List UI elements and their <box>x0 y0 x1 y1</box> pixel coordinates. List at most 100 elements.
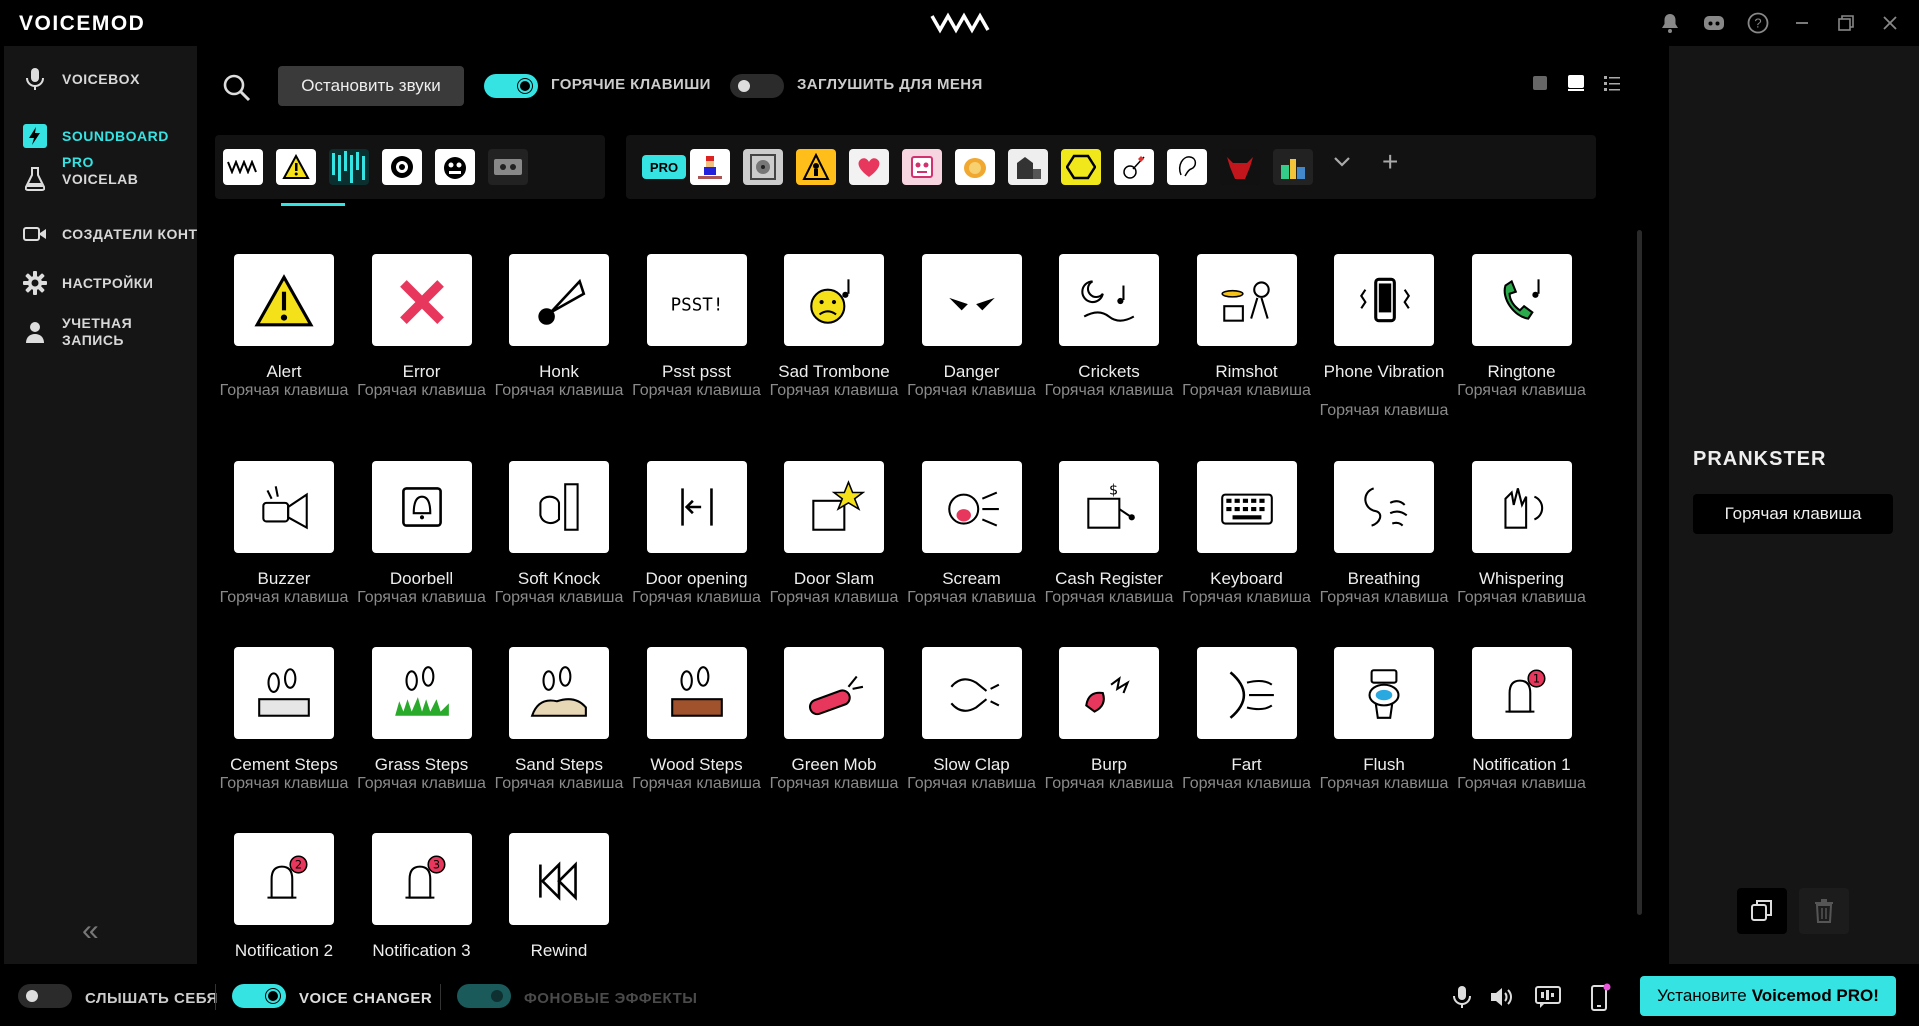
sound-tile[interactable]: $ Cash Register Горячая клавиша <box>1044 461 1182 631</box>
sound-tile[interactable]: Ringtone Горячая клавиша <box>1457 254 1595 424</box>
sound-thumbnail-icon[interactable]: 2 <box>234 833 334 925</box>
sound-thumbnail-icon[interactable]: 3 <box>371 833 472 925</box>
sound-hotkey[interactable]: Горячая клавиша <box>494 589 624 607</box>
sound-hotkey[interactable]: Горячая клавиша <box>632 775 762 793</box>
category-ear-icon[interactable] <box>1167 149 1207 185</box>
mute-for-me-toggle[interactable] <box>730 74 784 98</box>
sound-hotkey[interactable]: Горячая клавиша <box>494 775 624 793</box>
category-alerts-icon[interactable] <box>276 149 316 185</box>
sound-tile[interactable]: Alert Горячая клавиша <box>219 254 357 424</box>
sound-thumbnail-icon[interactable] <box>1471 254 1572 346</box>
set-hotkey-button[interactable]: Горячая клавиша <box>1693 494 1893 534</box>
category-house-icon[interactable] <box>1008 149 1048 185</box>
sound-tile[interactable]: Slow Clap Горячая клавиша <box>907 647 1045 817</box>
close-icon[interactable] <box>1877 10 1903 36</box>
sound-tile[interactable]: Burp Горячая клавиша <box>1044 647 1182 817</box>
sound-thumbnail-icon[interactable] <box>509 254 609 346</box>
sound-tile[interactable]: Danger Горячая клавиша <box>907 254 1045 424</box>
voice-chat-icon[interactable] <box>1534 984 1562 1010</box>
microphone-icon[interactable] <box>1448 984 1476 1010</box>
sound-hotkey[interactable]: Горячая клавиша <box>632 589 762 607</box>
hotkeys-toggle[interactable] <box>484 74 538 98</box>
category-monster-icon[interactable] <box>435 149 475 185</box>
sound-tile[interactable]: Grass Steps Горячая клавиша <box>357 647 495 817</box>
sound-thumbnail-icon[interactable] <box>1334 254 1434 346</box>
sound-hotkey[interactable]: Горячая клавиша <box>357 775 487 793</box>
sound-hotkey[interactable]: Горячая клавиша <box>769 589 899 607</box>
minimize-icon[interactable] <box>1789 10 1815 36</box>
background-effects-toggle[interactable] <box>457 984 511 1008</box>
sound-thumbnail-icon[interactable] <box>921 647 1022 739</box>
sound-thumbnail-icon[interactable] <box>784 647 884 739</box>
sound-tile[interactable]: Sand Steps Горячая клавиша <box>494 647 632 817</box>
category-cassette-icon[interactable] <box>488 149 528 185</box>
copy-icon[interactable] <box>1737 888 1787 934</box>
category-city-icon[interactable] <box>1273 149 1313 185</box>
sound-thumbnail-icon[interactable] <box>1196 461 1297 553</box>
sound-tile[interactable]: Error Горячая клавиша <box>357 254 495 424</box>
sound-thumbnail-icon[interactable] <box>371 647 472 739</box>
mobile-icon[interactable] <box>1586 983 1614 1011</box>
collapse-sidebar-icon[interactable]: « <box>82 914 99 948</box>
sound-tile[interactable]: Rimshot Горячая клавиша <box>1182 254 1320 424</box>
sound-thumbnail-icon[interactable] <box>921 461 1022 553</box>
trash-icon[interactable] <box>1799 888 1849 934</box>
sound-hotkey[interactable]: Горячая клавиша <box>494 382 624 400</box>
sidebar-item-soundboard[interactable]: SOUNDBOARD <box>4 113 197 159</box>
sound-tile[interactable]: Wood Steps Горячая клавиша <box>632 647 770 817</box>
sidebar-item-account[interactable]: УЧЕТНАЯ ЗАПИСЬ <box>4 309 197 355</box>
sound-thumbnail-icon[interactable] <box>509 461 609 553</box>
sound-thumbnail-icon[interactable] <box>1059 647 1159 739</box>
sound-hotkey[interactable]: Горячая клавиша <box>632 382 762 400</box>
sound-tile[interactable]: Fart Горячая клавиша <box>1182 647 1320 817</box>
sound-hotkey[interactable]: Горячая клавиша <box>1457 589 1587 607</box>
hear-myself-toggle[interactable] <box>18 984 72 1008</box>
category-bull-icon[interactable] <box>1220 149 1260 185</box>
help-icon[interactable]: ? <box>1745 10 1771 36</box>
sound-hotkey[interactable]: Горячая клавиша <box>1182 589 1312 607</box>
sound-hotkey[interactable]: Горячая клавиша <box>1182 382 1312 400</box>
sound-thumbnail-icon[interactable] <box>371 254 472 346</box>
add-category-button[interactable]: + <box>1382 146 1398 178</box>
sound-thumbnail-icon[interactable] <box>921 254 1022 346</box>
sound-thumbnail-icon[interactable] <box>646 461 747 553</box>
sound-tile[interactable]: Sad Trombone Горячая клавиша <box>769 254 907 424</box>
sound-hotkey[interactable]: Горячая клавиша <box>907 589 1037 607</box>
sound-tile[interactable]: Buzzer Горячая клавиша <box>219 461 357 631</box>
sound-tile[interactable]: Keyboard Горячая клавиша <box>1182 461 1320 631</box>
sound-hotkey[interactable]: Горячая клавиша <box>1319 775 1449 793</box>
sound-tile[interactable]: Whispering Горячая клавиша <box>1457 461 1595 631</box>
category-guitar-icon[interactable] <box>1114 149 1154 185</box>
category-lion-icon[interactable] <box>955 149 995 185</box>
sound-tile[interactable]: Door opening Горячая клавиша <box>632 461 770 631</box>
sound-hotkey[interactable]: Горячая клавиша <box>1044 589 1174 607</box>
bell-icon[interactable] <box>1657 10 1683 36</box>
sound-hotkey[interactable]: Горячая клавиша <box>357 382 487 400</box>
category-warning-man-icon[interactable] <box>796 149 836 185</box>
sound-thumbnail-icon[interactable] <box>646 647 747 739</box>
small-grid-view-icon[interactable] <box>1531 74 1549 92</box>
category-face-icon[interactable] <box>382 149 422 185</box>
category-speaker-icon[interactable] <box>743 149 783 185</box>
sound-thumbnail-icon[interactable]: $ <box>1059 461 1159 553</box>
category-pixel-hero-icon[interactable] <box>690 149 730 185</box>
category-hexagon-icon[interactable] <box>1061 149 1101 185</box>
sound-thumbnail-icon[interactable] <box>1334 461 1434 553</box>
sound-tile[interactable]: Door Slam Горячая клавиша <box>769 461 907 631</box>
sound-hotkey[interactable]: Горячая клавиша <box>1182 775 1312 793</box>
speaker-icon[interactable] <box>1488 984 1516 1010</box>
sound-tile[interactable]: Green Mob Горячая клавиша <box>769 647 907 817</box>
sound-thumbnail-icon[interactable] <box>234 461 334 553</box>
sidebar-item-voicelab[interactable]: PRO VOICELAB <box>4 154 197 202</box>
sidebar-item-content-creators[interactable]: СОЗДАТЕЛИ КОНТЕНТА <box>4 211 236 257</box>
sound-thumbnail-icon[interactable]: PSST! <box>646 254 747 346</box>
sidebar-item-voicebox[interactable]: VOICEBOX <box>4 56 197 102</box>
sound-tile[interactable]: Cement Steps Горячая клавиша <box>219 647 357 817</box>
sound-thumbnail-icon[interactable] <box>1334 647 1434 739</box>
sound-hotkey[interactable]: Горячая клавиша <box>1319 402 1449 420</box>
sound-tile[interactable]: Scream Горячая клавиша <box>907 461 1045 631</box>
list-view-icon[interactable] <box>1603 74 1621 92</box>
sound-hotkey[interactable]: Горячая клавиша <box>1457 382 1587 400</box>
sound-thumbnail-icon[interactable] <box>1471 461 1572 553</box>
sound-tile[interactable]: Phone Vibration Горячая клавиша <box>1319 254 1457 424</box>
